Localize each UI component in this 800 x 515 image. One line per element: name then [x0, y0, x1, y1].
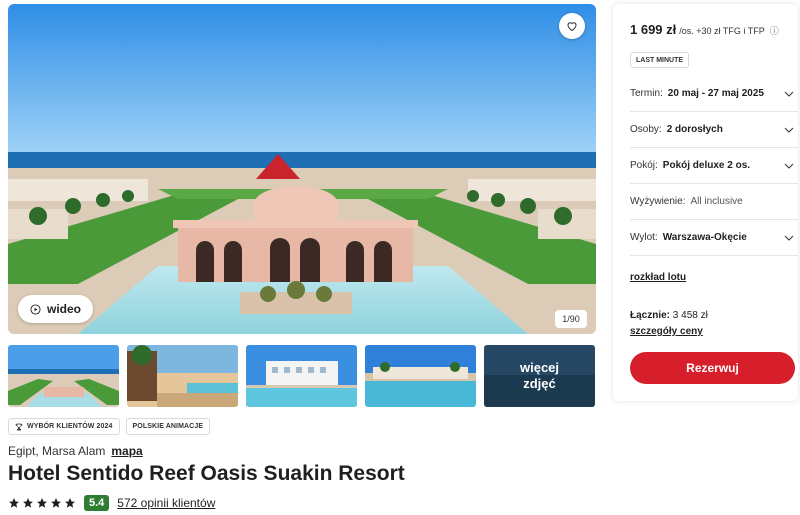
reserve-button[interactable]: Rezerwuj	[630, 352, 795, 384]
badge-customer-choice-label: WYBÓR KLIENTÓW 2024	[27, 423, 113, 430]
chevron-down-icon	[784, 235, 794, 241]
price-suffix: /os. +30 zł TFG i TFP	[679, 26, 765, 36]
hotel-location: Egipt, Marsa Alam mapa	[8, 444, 143, 458]
term-label: Termin:	[630, 88, 663, 99]
badge-row: WYBÓR KLIENTÓW 2024 POLSKIE ANIMACJE	[8, 418, 211, 435]
main-photo[interactable]	[8, 4, 596, 334]
star-icon	[37, 498, 47, 508]
people-value: 2 dorosłych	[666, 124, 723, 135]
thumbnail-image	[127, 345, 238, 407]
board-selector: Wyżywienie: All inclusive	[630, 184, 798, 220]
total-price: Łącznie: 3 458 zł	[630, 310, 708, 321]
thumbnail-hotel-building[interactable]	[246, 345, 357, 407]
thumbnail-image	[365, 345, 476, 407]
room-label: Pokój:	[630, 160, 658, 171]
video-label: wideo	[46, 302, 81, 316]
location-text: Egipt, Marsa Alam	[8, 444, 106, 458]
thumbnail-beach-resort[interactable]	[365, 345, 476, 407]
badge-polish-animations: POLSKIE ANIMACJE	[125, 418, 211, 435]
chevron-down-icon	[784, 127, 794, 133]
reviews-link[interactable]: 572 opinii klientów	[117, 496, 215, 510]
chevron-down-icon	[784, 91, 794, 97]
thumbnail-pool-terrace[interactable]	[127, 345, 238, 407]
hotel-name: Hotel Sentido Reef Oasis Suakin Resort	[8, 462, 405, 485]
favorite-button[interactable]	[559, 13, 585, 39]
people-label: Osoby:	[630, 124, 662, 135]
badge-polish-animations-label: POLSKIE ANIMACJE	[132, 423, 204, 430]
play-icon	[30, 303, 41, 315]
departure-value: Warszawa-Okęcie	[662, 232, 747, 243]
room-value: Pokój deluxe 2 os.	[662, 160, 751, 171]
star-icon	[65, 498, 75, 508]
heart-icon	[567, 22, 577, 32]
total-label: Łącznie:	[630, 310, 671, 321]
price-line: 1 699 zł /os. +30 zł TFG i TFP ⓘ	[630, 22, 779, 37]
thumbnail-more-photos[interactable]: więcej zdjęć	[484, 345, 595, 407]
room-selector[interactable]: Pokój: Pokój deluxe 2 os.	[630, 148, 798, 184]
price-per-person: 1 699 zł	[630, 22, 677, 37]
people-selector[interactable]: Osoby: 2 dorosłych	[630, 112, 798, 148]
resort-photo-image	[8, 4, 596, 334]
flight-schedule-link[interactable]: rozkład lotu	[630, 272, 686, 283]
star-icon	[51, 498, 61, 508]
total-value: 3 458 zł	[672, 310, 708, 321]
trophy-icon	[15, 423, 23, 430]
departure-label: Wylot:	[630, 232, 658, 243]
booking-panel: 1 699 zł /os. +30 zł TFG i TFP ⓘ LAST MI…	[613, 4, 798, 401]
score-badge: 5.4	[84, 495, 110, 511]
thumbnail-image	[246, 345, 357, 407]
departure-selector[interactable]: Wylot: Warszawa-Okęcie	[630, 220, 798, 256]
board-value: All inclusive	[690, 196, 743, 207]
map-link[interactable]: mapa	[111, 444, 142, 458]
board-label: Wyżywienie:	[630, 196, 686, 207]
video-button[interactable]: wideo	[18, 295, 93, 323]
chevron-down-icon	[784, 163, 794, 169]
info-icon[interactable]: ⓘ	[770, 24, 779, 37]
thumbnail-resort-aerial[interactable]	[8, 345, 119, 407]
star-icon	[9, 498, 19, 508]
thumbnail-image	[8, 345, 119, 407]
price-details-link[interactable]: szczegóły ceny	[630, 326, 703, 337]
photo-counter: 1/90	[555, 310, 587, 328]
term-value: 20 maj - 27 maj 2025	[667, 88, 764, 99]
last-minute-badge: LAST MINUTE	[630, 52, 690, 68]
more-photos-label: więcej zdjęć	[519, 360, 560, 391]
term-selector[interactable]: Termin: 20 maj - 27 maj 2025	[630, 76, 798, 112]
star-icon	[23, 498, 33, 508]
hotel-offer-page: wideo 1/90 więcej zdjęć WYBÓR KLIENTÓW 2…	[0, 0, 800, 515]
rating-row: 5.4 572 opinii klientów	[8, 495, 215, 511]
badge-customer-choice: WYBÓR KLIENTÓW 2024	[8, 418, 120, 435]
thumbnail-strip: więcej zdjęć	[8, 345, 595, 407]
hotel-stars	[8, 497, 76, 509]
